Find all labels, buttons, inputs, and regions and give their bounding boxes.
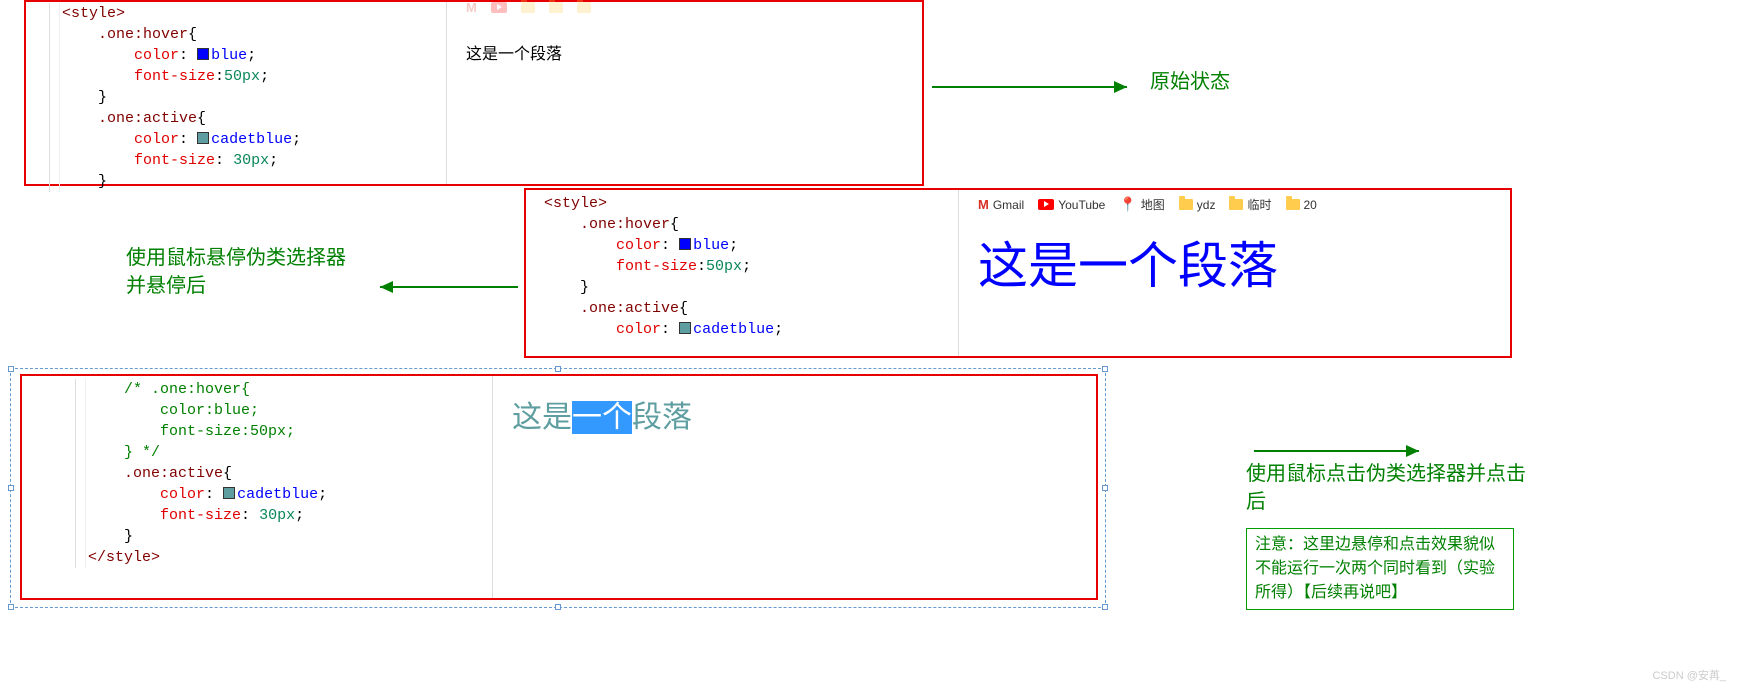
- arrow-left-1: [368, 272, 518, 302]
- label-active: 使用鼠标点击伪类选择器并点击 后: [1246, 460, 1526, 516]
- map-icon: 📍: [1119, 196, 1136, 213]
- bookmark-ydz[interactable]: ydz: [1179, 198, 1216, 212]
- text-selection: 一个: [572, 401, 632, 434]
- render-output-2: 这是一个段落: [978, 226, 1278, 298]
- code-block-2: <style> .one:hover{ color: blue; font-si…: [532, 192, 952, 341]
- note-box: 注意：这里边悬停和点击效果貌似 不能运行一次两个同时看到（实验 所得）【后续再说…: [1246, 528, 1514, 610]
- bookmark-bar-2[interactable]: MGmail YouTube 📍地图 ydz 临时 20: [978, 196, 1317, 213]
- bookmark-youtube[interactable]: YouTube: [1038, 198, 1105, 212]
- panel-hover: <style> .one:hover{ color: blue; font-si…: [524, 188, 1512, 358]
- bookmark-gmail[interactable]: MGmail: [978, 197, 1024, 212]
- color-swatch-cadet: [197, 132, 209, 144]
- folder-icon: [1229, 199, 1243, 210]
- bookmark-20[interactable]: 20: [1286, 198, 1317, 212]
- color-swatch-blue: [197, 48, 209, 60]
- code-block-1: <<style>style> .one:hover{ color: blue; …: [26, 2, 446, 193]
- bookmark-temp[interactable]: 临时: [1229, 196, 1271, 213]
- panel-divider: [446, 2, 447, 184]
- bookmark-bar-1: M: [466, 0, 591, 15]
- folder-icon: [521, 2, 535, 13]
- panel-active: /* .one:hover{ color:blue; font-size:50p…: [20, 374, 1098, 600]
- arrow-right-1: [932, 72, 1142, 102]
- label-original: 原始状态: [1150, 68, 1230, 96]
- code-block-3: /* .one:hover{ color:blue; font-size:50p…: [52, 378, 492, 569]
- bookmark-map[interactable]: 📍地图: [1119, 196, 1164, 213]
- youtube-icon: [1038, 199, 1054, 210]
- render-output-1: 这是一个段落: [466, 40, 562, 64]
- label-hover: 使用鼠标悬停伪类选择器 并悬停后: [126, 244, 346, 300]
- folder-icon: [1286, 199, 1300, 210]
- gmail-icon: M: [978, 197, 989, 212]
- panel-original: <<style>style> .one:hover{ color: blue; …: [24, 0, 924, 186]
- folder-icon: [1179, 199, 1193, 210]
- youtube-icon: [491, 2, 507, 13]
- render-output-3: 这是一个段落: [512, 392, 692, 436]
- watermark: CSDN @安苒_: [1652, 667, 1726, 683]
